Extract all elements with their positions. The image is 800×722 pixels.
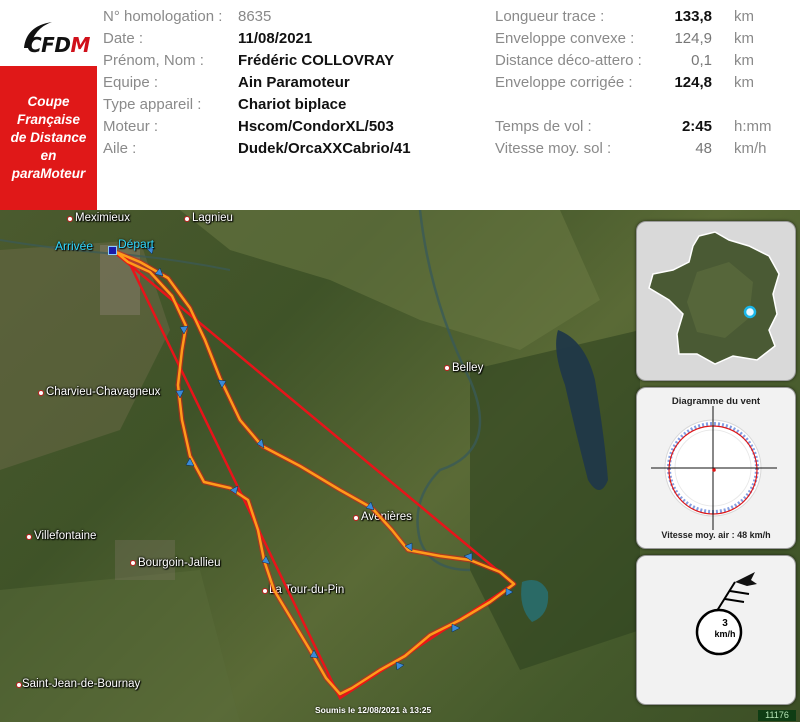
aircraft-type-value: Chariot biplace	[238, 96, 347, 113]
start-label: Départ	[118, 237, 155, 251]
team-label: Equipe :	[103, 74, 159, 91]
arrival-label: Arrivée	[55, 239, 94, 253]
date-value: 11/08/2021	[238, 30, 313, 47]
convex-hull-unit: km	[734, 30, 754, 47]
direction-arrow	[395, 661, 405, 671]
flight-time-value: 2:45	[681, 118, 712, 135]
flight-id-badge: 11176	[758, 710, 796, 721]
takeoff-landing-distance-value: 0,1	[691, 52, 712, 69]
wind-speed-value: 3	[722, 618, 728, 629]
pilot-name-label: Prénom, Nom :	[103, 52, 204, 69]
team-value: Ain Paramoteur	[238, 74, 350, 91]
banner-line: Française	[16, 112, 81, 127]
homologation-label: N° homologation :	[103, 8, 223, 25]
convex-hull-value: 124,9	[674, 30, 712, 47]
engine-label: Moteur :	[103, 118, 159, 135]
engine-value: Hscom/CondorXL/503	[238, 118, 394, 135]
takeoff-landing-distance-unit: km	[734, 52, 754, 69]
submitted-timestamp: Soumis le 12/08/2021 à 13:25	[315, 705, 432, 715]
aircraft-type-label: Type appareil :	[103, 96, 202, 113]
date-label: Date :	[103, 30, 144, 47]
competition-banner: Coupe Française de Distance en paraMoteu…	[0, 66, 97, 210]
corrected-hull-unit: km	[734, 74, 754, 91]
convex-hull-label: Enveloppe convexe :	[495, 30, 635, 47]
flight-time-label: Temps de vol :	[495, 118, 592, 135]
homologation-value: 8635	[238, 8, 272, 25]
wind-diagram-panel: Diagramme du vent Vitesse moy. air : 48 …	[636, 387, 796, 549]
wing-value: Dudek/OrcaXXCabrio/41	[238, 140, 411, 157]
takeoff-landing-distance-label: Distance déco-attero :	[495, 52, 642, 69]
ground-speed-label: Vitesse moy. sol :	[495, 140, 612, 157]
corrected-hull-label: Enveloppe corrigée :	[495, 74, 633, 91]
flight-time-unit: h:mm	[734, 118, 772, 135]
wind-diagram-chart	[651, 406, 777, 530]
banner-line: paraMoteur	[11, 166, 86, 181]
wing-label: Aile :	[103, 140, 137, 157]
track-length-value: 133,8	[674, 8, 712, 25]
corrected-hull-value: 124,8	[674, 74, 712, 91]
france-map-icon	[648, 231, 780, 365]
flight-info-header: CFDM Coupe Française de Distance en para…	[0, 0, 800, 210]
track-length-unit: km	[734, 8, 754, 25]
direction-arrow	[451, 623, 461, 633]
banner-line: en	[40, 148, 57, 163]
start-marker	[108, 246, 117, 255]
banner-line: de Distance	[10, 130, 87, 145]
ground-speed-unit: km/h	[734, 140, 767, 157]
wind-airspeed-caption: Vitesse moy. air : 48 km/h	[661, 530, 771, 540]
france-locator-panel	[636, 221, 796, 381]
ground-speed-value: 48	[695, 140, 712, 157]
cfdm-logo: CFDM	[27, 33, 90, 57]
wind-speed-unit: km/h	[714, 629, 736, 639]
takeoff-location-marker	[743, 305, 757, 319]
wind-center-point	[712, 468, 716, 472]
banner-line: Coupe	[27, 94, 70, 109]
track-length-label: Longueur trace :	[495, 8, 605, 25]
pilot-name-value: Frédéric COLLOVRAY	[238, 52, 395, 69]
